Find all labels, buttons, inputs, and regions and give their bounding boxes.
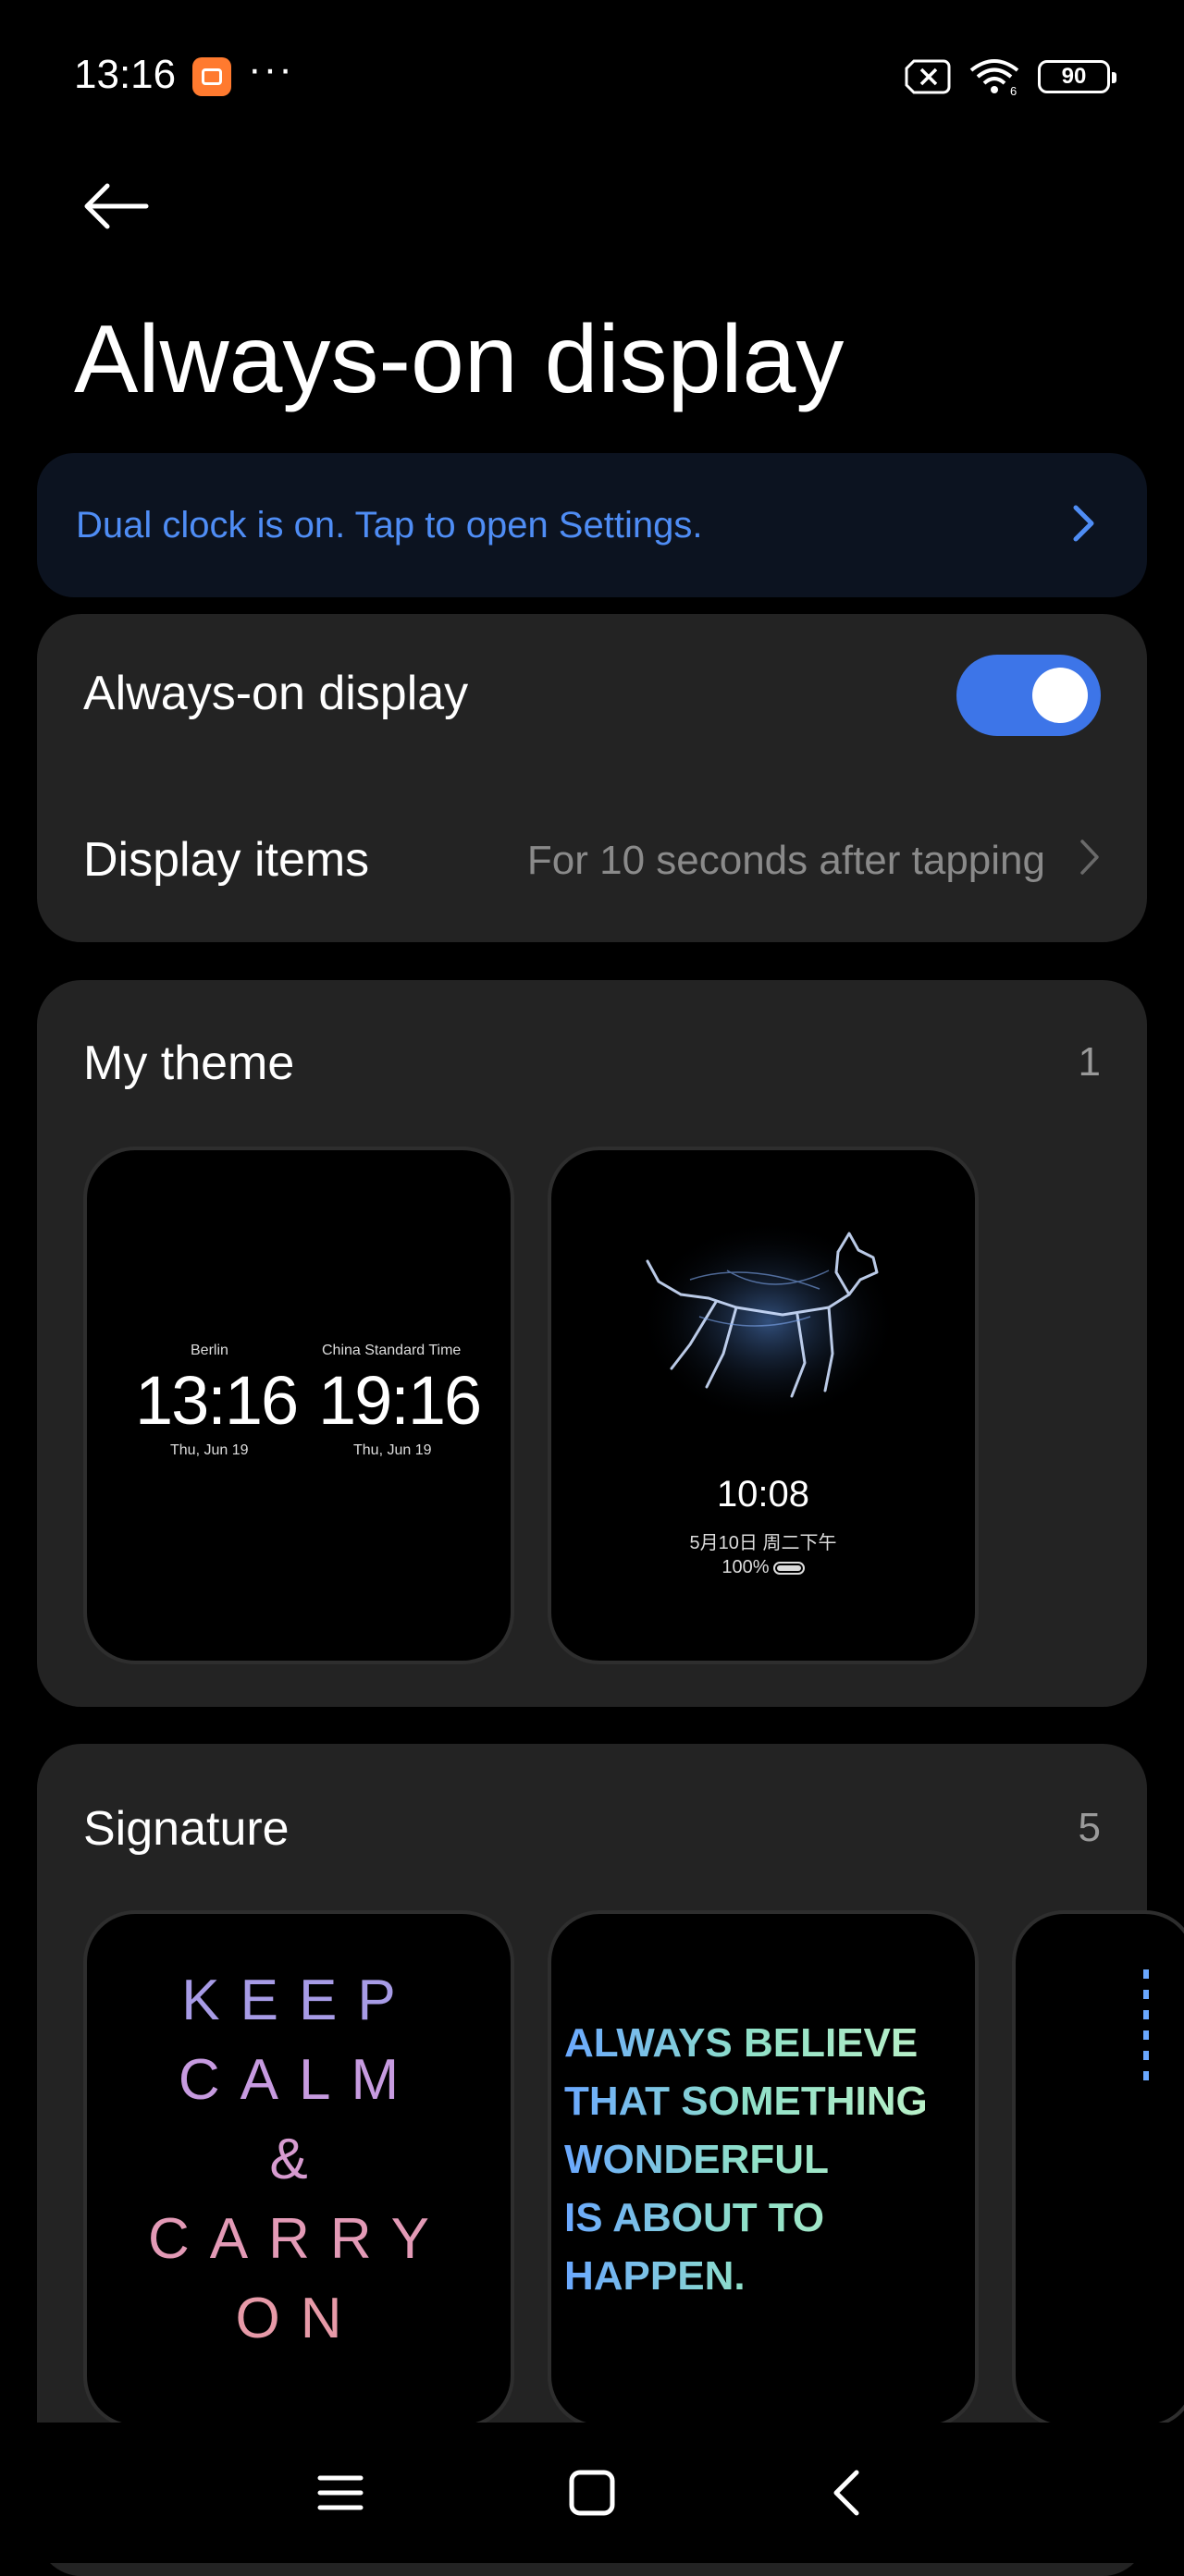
my-theme-title: My theme (83, 1037, 295, 1090)
theme-thumb-dog[interactable]: 10:08 5月10日 周二下午 100% (548, 1147, 979, 1664)
status-icons: 6 90 (905, 57, 1116, 96)
page-title: Always-on display (74, 306, 845, 413)
glowing-dog-illustration (639, 1220, 898, 1423)
signature-thumb-partial[interactable] (1012, 1910, 1184, 2428)
aod-toggle[interactable] (956, 655, 1101, 736)
signature-thumb-always-believe[interactable]: ALWAYS BELIEVE THAT SOMETHING WONDERFUL … (548, 1910, 979, 2428)
display-items-label[interactable]: Display items (83, 832, 369, 888)
dog-theme-battery: 100% (551, 1557, 975, 1578)
signature-thumb-keep-calm[interactable]: KEEP CALM & CARRY ON (83, 1910, 514, 2428)
always-believe-line: ALWAYS BELIEVE (564, 2020, 919, 2066)
chevron-right-icon (1080, 840, 1099, 875)
keep-calm-line: KEEP (181, 1969, 416, 2032)
clock-date-right: Thu, Jun 19 (353, 1442, 432, 1458)
keep-calm-line: CALM (178, 2048, 420, 2112)
keep-calm-line: CARRY (148, 2207, 450, 2271)
back-arrow-icon[interactable] (80, 174, 154, 239)
always-believe-line: HAPPEN. (564, 2253, 746, 2299)
battery-indicator: 90 (1038, 60, 1116, 93)
recents-menu-icon[interactable] (314, 2467, 366, 2519)
chevron-right-icon (1073, 505, 1094, 542)
clock-time-right: 19:16 (318, 1362, 482, 1439)
clock-city-left: Berlin (191, 1343, 228, 1358)
dual-clock-banner[interactable]: Dual clock is on. Tap to open Settings. (37, 453, 1147, 597)
clock-time-left: 13:16 (135, 1362, 299, 1439)
my-theme-count: 1 (1078, 1039, 1101, 1085)
signature-title: Signature (83, 1802, 290, 1856)
more-notifications-icon: ··· (248, 46, 294, 92)
toggle-knob (1032, 668, 1088, 723)
signature-count: 5 (1078, 1805, 1101, 1850)
always-believe-line: IS ABOUT TO (564, 2195, 825, 2240)
aod-toggle-label: Always-on display (83, 667, 469, 720)
clock-city-right: China Standard Time (322, 1343, 462, 1358)
home-square-icon[interactable] (566, 2467, 618, 2519)
dog-theme-battery-text: 100% (722, 1557, 770, 1577)
dog-theme-time: 10:08 (716, 1474, 810, 1515)
keep-calm-line: & (269, 2128, 328, 2191)
no-sim-icon (905, 59, 951, 94)
svg-text:6: 6 (1010, 84, 1017, 96)
back-chevron-icon[interactable] (821, 2467, 873, 2519)
keep-calm-line: ON (235, 2287, 363, 2350)
display-items-value: For 10 seconds after tapping (526, 838, 1045, 883)
theme-thumb-dual-clock[interactable]: Berlin 13:16 Thu, Jun 19 China Standard … (83, 1147, 514, 1664)
partial-signature-art (1143, 1969, 1149, 2080)
clock-date-left: Thu, Jun 19 (170, 1442, 249, 1458)
always-believe-text: ALWAYS BELIEVE THAT SOMETHING WONDERFUL … (564, 2014, 928, 2305)
banner-text: Dual clock is on. Tap to open Settings. (76, 505, 703, 546)
dog-theme-date: 5月10日 周二下午 (689, 1533, 837, 1553)
app-notification-icon (192, 57, 231, 96)
wifi-icon: 6 (969, 59, 1019, 96)
always-believe-line: THAT SOMETHING (564, 2079, 928, 2124)
battery-level: 90 (1061, 64, 1087, 89)
always-believe-line: WONDERFUL (564, 2137, 829, 2182)
status-time: 13:16 (74, 52, 177, 97)
battery-icon (772, 1561, 805, 1575)
